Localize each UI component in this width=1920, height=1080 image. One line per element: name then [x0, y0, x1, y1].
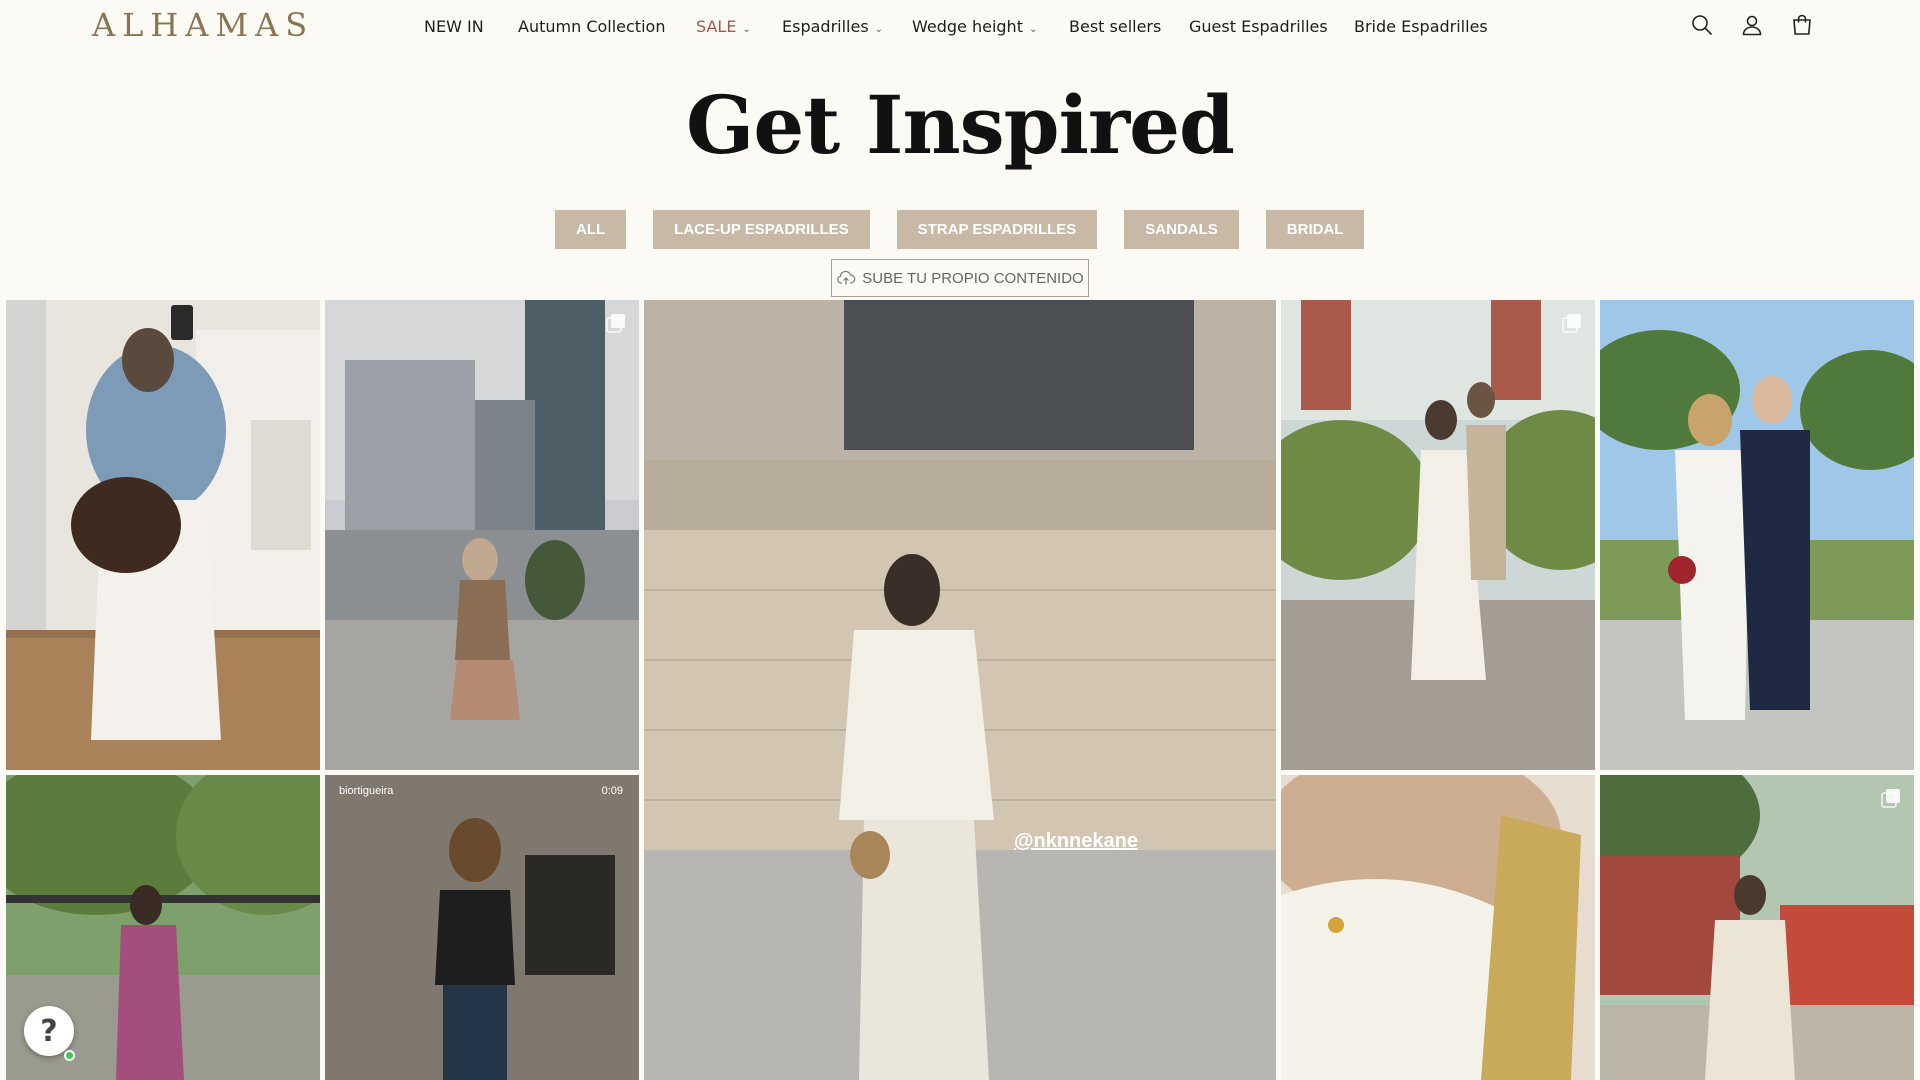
nav-guest-espadrilles[interactable]: Guest Espadrilles — [1189, 17, 1328, 36]
video-username: biortigueira — [339, 785, 394, 797]
gallery-post[interactable] — [325, 300, 639, 770]
video-duration: 0:09 — [601, 785, 623, 797]
gallery-photo — [325, 775, 639, 1080]
gallery-post[interactable] — [1281, 775, 1595, 1080]
gallery-post[interactable] — [1600, 775, 1914, 1080]
upload-content-button[interactable]: SUBE TU PROPIO CONTENIDO — [831, 259, 1089, 297]
post-username-tag: @nknnekane — [1014, 830, 1138, 852]
gallery-photo — [644, 300, 1276, 1080]
online-status-dot — [64, 1050, 75, 1061]
search-icon[interactable] — [1690, 13, 1714, 37]
category-filters: ALL LACE-UP ESPADRILLES STRAP ESPADRILLE… — [555, 210, 1365, 249]
brand-logo[interactable]: ALHAMAS — [92, 6, 314, 44]
multiple-images-icon — [1881, 789, 1900, 808]
page-title: Get Inspired — [686, 78, 1235, 172]
nav-wedge-height[interactable]: Wedge height ⌄ — [912, 17, 1037, 36]
gallery-post[interactable] — [1600, 300, 1914, 770]
gallery-photo — [6, 300, 320, 770]
nav-best-sellers[interactable]: Best sellers — [1069, 17, 1161, 36]
filter-lace-up-button[interactable]: LACE-UP ESPADRILLES — [653, 210, 870, 249]
gallery-post[interactable] — [1281, 300, 1595, 770]
chevron-down-icon: ⌄ — [874, 24, 884, 35]
gallery-post-video[interactable]: biortigueira 0:09 — [325, 775, 639, 1080]
chevron-down-icon: ⌄ — [1028, 24, 1038, 35]
filter-all-button[interactable]: ALL — [555, 210, 627, 249]
upload-label: SUBE TU PROPIO CONTENIDO — [862, 269, 1084, 287]
filter-bridal-button[interactable]: BRIDAL — [1265, 210, 1365, 249]
gallery-photo — [1600, 300, 1914, 770]
header-actions — [1690, 13, 1814, 37]
nav-sale[interactable]: SALE ⌄ — [696, 17, 751, 36]
gallery-post-featured[interactable]: @nknnekane — [644, 300, 1276, 1080]
chevron-down-icon: ⌄ — [742, 24, 751, 35]
nav-new-in[interactable]: NEW IN — [424, 17, 484, 36]
gallery-photo — [1281, 775, 1595, 1080]
help-chat-button[interactable]: ? — [24, 1006, 74, 1056]
multiple-images-icon — [1562, 314, 1581, 333]
filter-strap-button[interactable]: STRAP ESPADRILLES — [896, 210, 1098, 249]
multiple-images-icon — [606, 314, 625, 333]
site-header: ALHAMAS NEW IN Autumn Collection SALE ⌄ E… — [0, 0, 1920, 56]
nav-bride-espadrilles[interactable]: Bride Espadrilles — [1354, 17, 1488, 36]
filter-sandals-button[interactable]: SANDALS — [1124, 210, 1239, 249]
gallery-photo — [1600, 775, 1914, 1080]
account-icon[interactable] — [1740, 13, 1764, 37]
gallery-photo — [1281, 300, 1595, 770]
gallery-post[interactable] — [6, 300, 320, 770]
gallery-photo — [325, 300, 639, 770]
nav-espadrilles[interactable]: Espadrilles ⌄ — [782, 17, 883, 36]
nav-autumn-collection[interactable]: Autumn Collection — [518, 17, 665, 36]
cloud-upload-icon — [837, 270, 856, 285]
cart-icon[interactable] — [1790, 13, 1814, 37]
